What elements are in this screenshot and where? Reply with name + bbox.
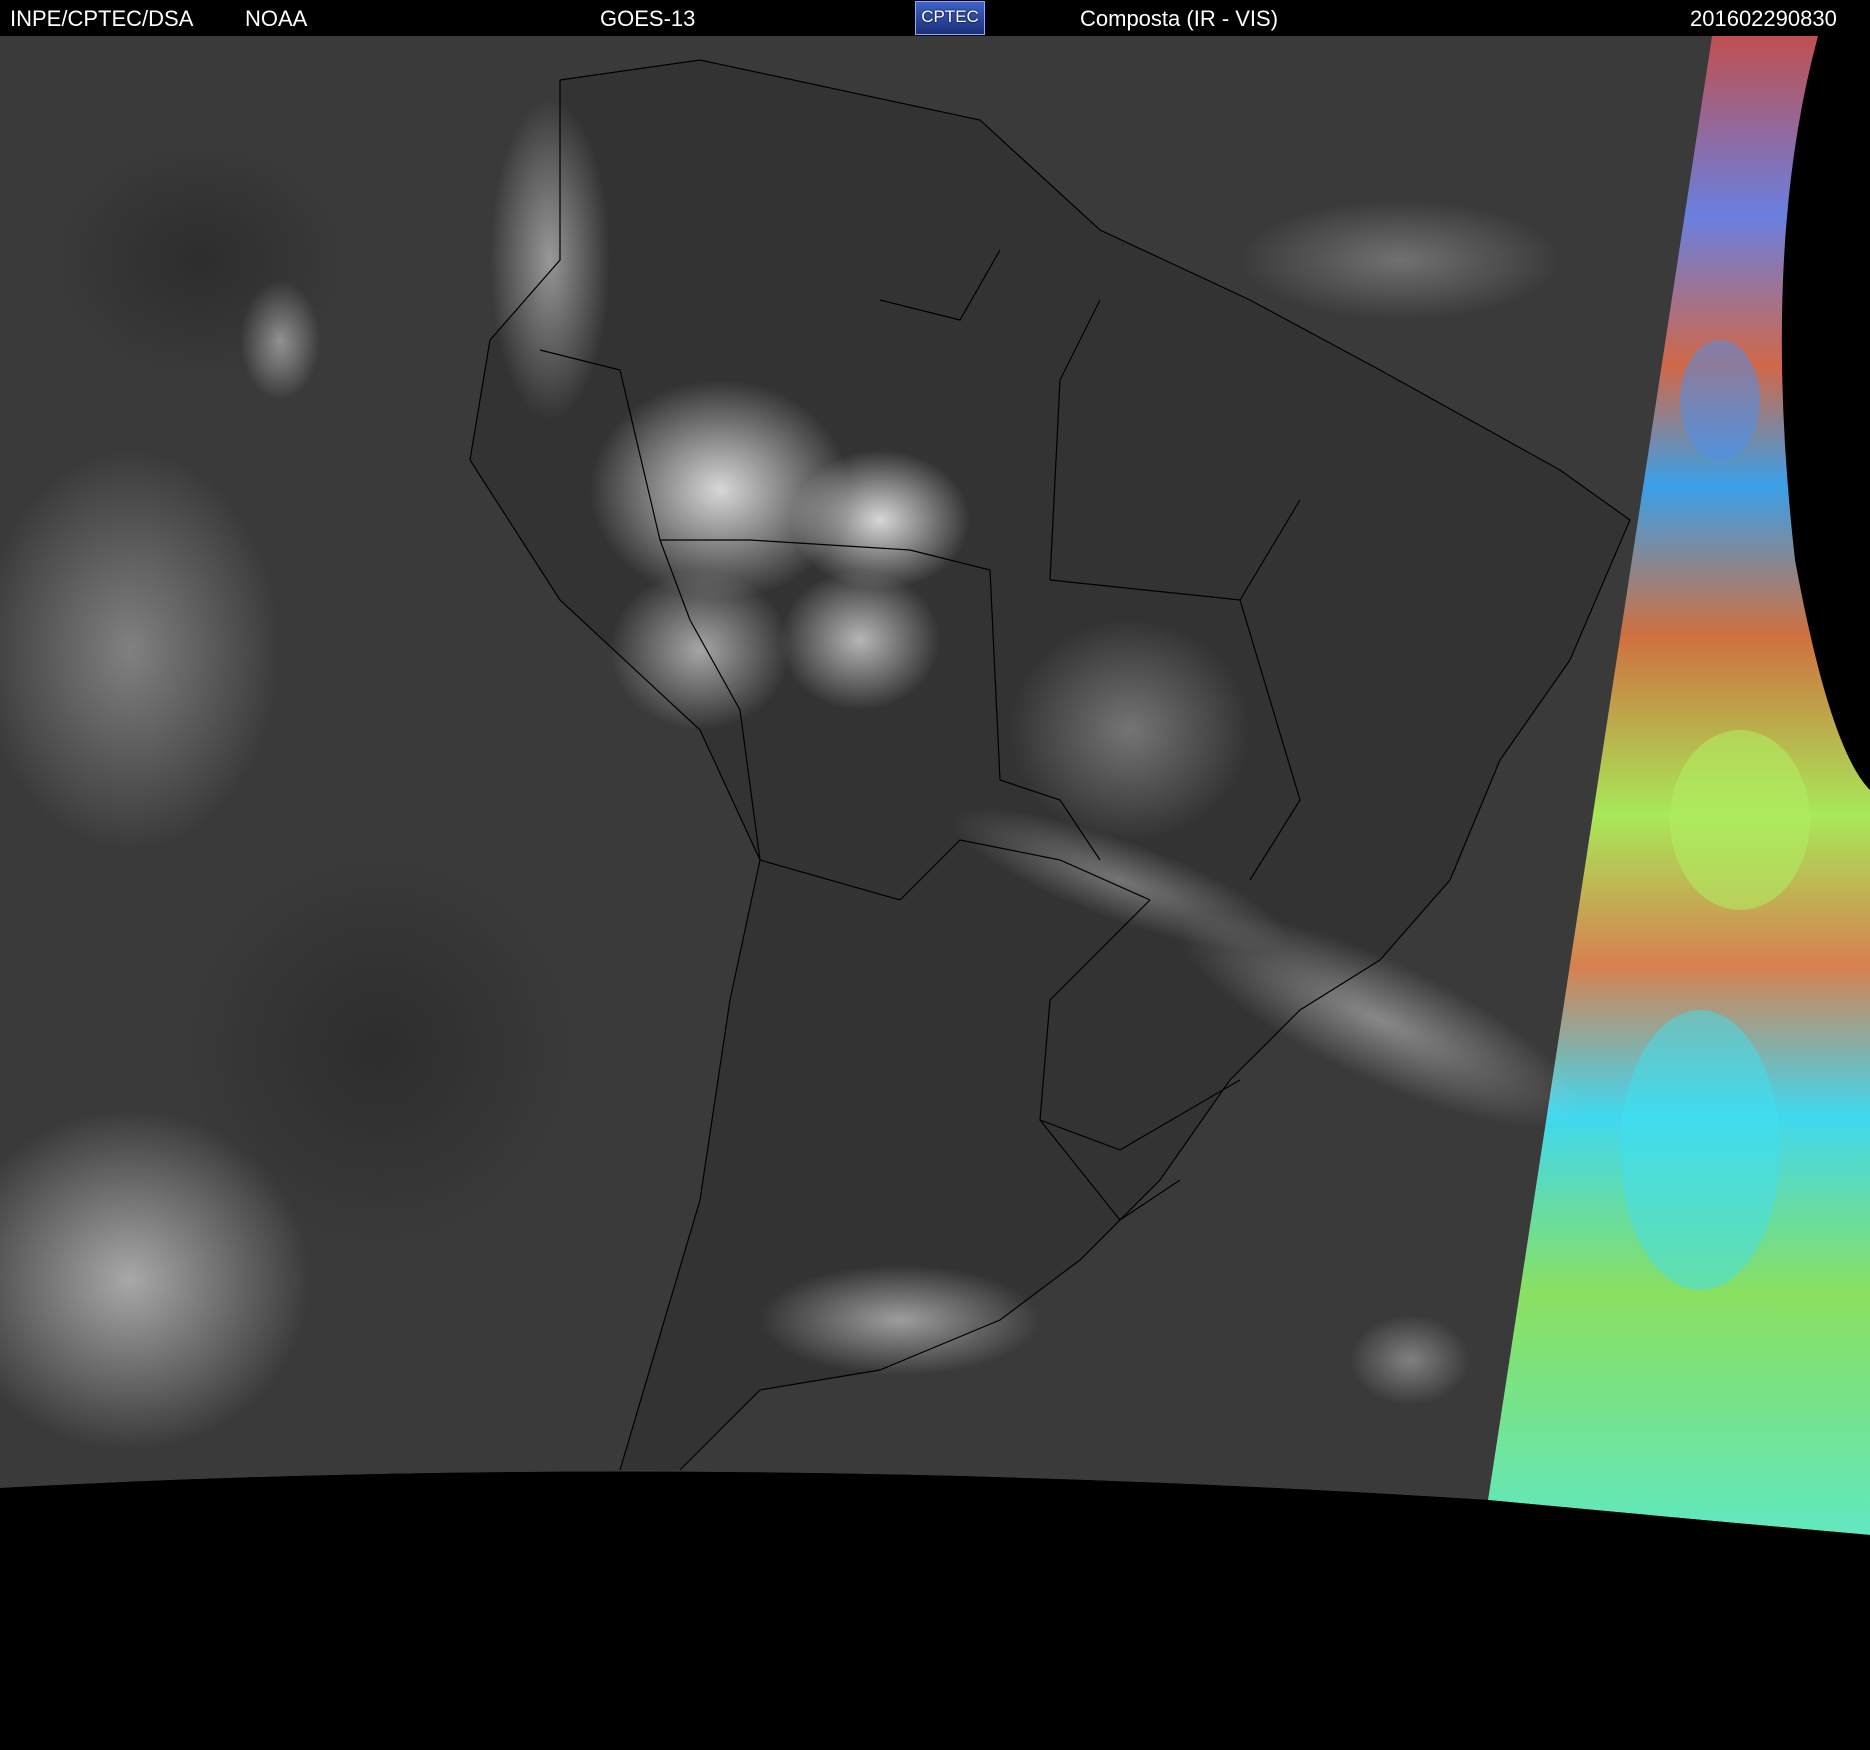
satellite-image <box>0 36 1870 1750</box>
partner-label: NOAA <box>245 6 308 31</box>
timestamp-label: 201602290830 <box>1690 6 1837 31</box>
satellite-label: GOES-13 <box>600 6 696 31</box>
header-bar: INPE/CPTEC/DSA NOAA GOES-13 CPTEC Compos… <box>0 0 1870 36</box>
product-label: Composta (IR - VIS) <box>1080 6 1279 31</box>
cptec-logo: CPTEC <box>915 1 985 35</box>
logo-text: CPTEC <box>921 7 979 26</box>
agency-label: INPE/CPTEC/DSA <box>10 6 194 31</box>
no-data-area <box>0 1471 1870 1750</box>
